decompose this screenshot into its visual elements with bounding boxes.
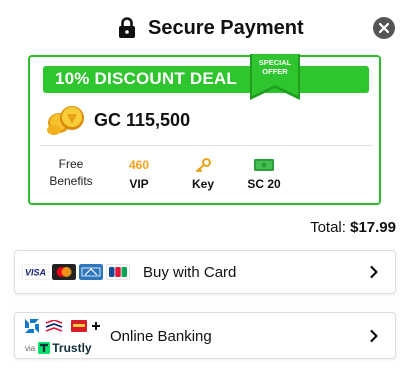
special-offer-ribbon: SPECIAL OFFER <box>250 54 300 100</box>
buy-with-card-button[interactable]: VISA Buy with Card <box>14 250 396 294</box>
buy-with-card-label: Buy with Card <box>143 264 237 281</box>
benefits-title-line1: Free <box>58 157 84 171</box>
visa-logo-text: VISA <box>25 268 46 278</box>
visa-logo-icon: VISA <box>22 264 49 280</box>
benefits-title-line2: Benefits <box>49 174 93 188</box>
total-row: Total: $17.99 <box>310 219 396 236</box>
benefits-title: Free Benefits <box>40 156 102 190</box>
key-icon <box>196 158 211 172</box>
bank-of-america-logo-icon <box>45 320 63 332</box>
gold-coins-icon <box>47 106 84 135</box>
benefit-icon-wrap <box>239 157 289 173</box>
gc-amount: GC 115,500 <box>94 109 191 130</box>
online-banking-label: Online Banking <box>110 328 212 345</box>
benefit-label: SC 20 <box>247 177 281 191</box>
free-benefits: Free Benefits 460 VIP Key SC 20 <box>30 151 379 201</box>
via-text: via <box>25 343 36 353</box>
special-offer-line1: SPECIAL <box>258 58 292 67</box>
trustly-text: Trustly <box>52 341 92 355</box>
lock-icon <box>119 17 135 38</box>
chase-logo-icon <box>25 319 39 333</box>
special-offer-text: SPECIAL OFFER <box>250 58 300 76</box>
benefit-label: Key <box>191 177 214 191</box>
divider <box>40 145 373 146</box>
benefit-icon-wrap <box>178 157 228 173</box>
vip-points-value: 460 <box>128 158 150 172</box>
discount-deal-card: 10% DISCOUNT DEAL SPECIAL OFFER GC 115,5… <box>28 54 381 205</box>
benefit-vip: 460 VIP <box>114 157 164 191</box>
chevron-right-icon <box>370 265 378 279</box>
close-button[interactable] <box>373 17 395 39</box>
chevron-right-icon <box>370 329 378 343</box>
amex-logo-icon <box>79 264 103 280</box>
deal-banner: 10% DISCOUNT DEAL <box>43 66 369 93</box>
special-offer-line2: OFFER <box>262 67 288 76</box>
bank-logos: via Trustly <box>25 319 115 355</box>
total-label: Total: <box>310 219 346 236</box>
cash-icon <box>254 159 274 171</box>
page-title: Secure Payment <box>148 16 304 39</box>
close-icon <box>379 23 389 33</box>
benefit-key: Key <box>178 157 228 191</box>
card-logos: VISA <box>22 263 133 281</box>
trustly-logo-icon <box>38 342 51 354</box>
title-area: Secure Payment <box>118 15 304 41</box>
header: Secure Payment <box>0 0 409 54</box>
jcb-logo-icon <box>106 264 130 280</box>
via-trustly: via Trustly <box>25 341 92 355</box>
plus-icon <box>92 322 100 330</box>
online-banking-button[interactable]: via Trustly Online Banking <box>14 312 396 359</box>
wells-fargo-logo-icon <box>71 320 87 332</box>
coins-row: GC 115,500 <box>46 103 190 137</box>
deal-banner-text: 10% DISCOUNT DEAL <box>55 69 237 88</box>
benefit-sc: SC 20 <box>239 157 289 191</box>
benefit-label: VIP <box>129 177 149 191</box>
mastercard-logo-icon <box>52 264 76 280</box>
total-amount: $17.99 <box>350 219 396 236</box>
